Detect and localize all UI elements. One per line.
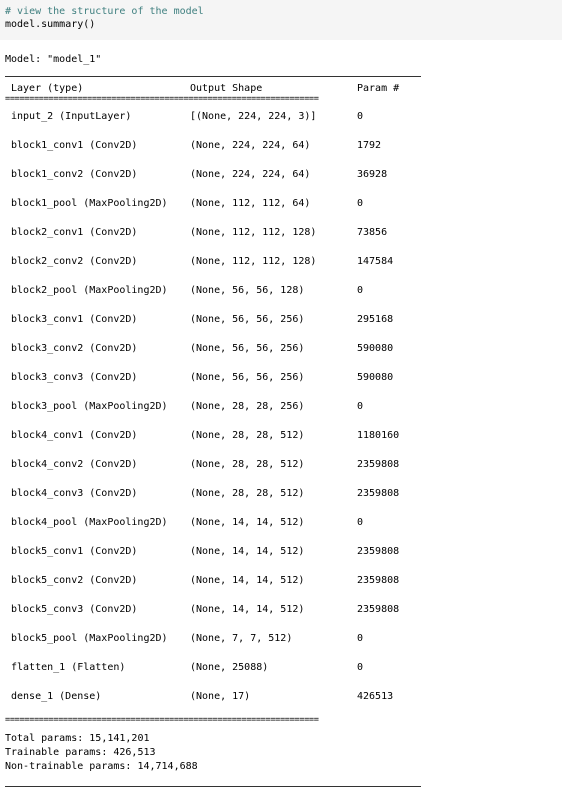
layer-name-cell: block2_conv2 (Conv2D) [11, 256, 138, 267]
output-shape-cell: (None, 14, 14, 512) [190, 517, 305, 528]
param-count-cell: 0 [357, 111, 364, 122]
layer-name-cell: block5_conv3 (Conv2D) [11, 604, 138, 615]
param-count-cell: 0 [357, 517, 364, 528]
table-row: flatten_1 (Flatten) (None, 25088) 0 [0, 661, 562, 690]
table-row: block5_conv1 (Conv2D) (None, 14, 14, 512)… [0, 545, 562, 574]
param-count-cell: 590080 [357, 343, 394, 354]
code-input-cell[interactable]: # view the structure of the model model.… [0, 0, 562, 40]
param-count-cell: 0 [357, 198, 364, 209]
table-row: block1_conv1 (Conv2D) (None, 224, 224, 64… [0, 139, 562, 168]
layer-name-cell: block3_conv1 (Conv2D) [11, 314, 138, 325]
table-row: block4_conv2 (Conv2D) (None, 28, 28, 512)… [0, 458, 562, 487]
table-row: block1_pool (MaxPooling2D) (None, 112, 11… [0, 197, 562, 226]
output-shape-cell: (None, 14, 14, 512) [190, 604, 305, 615]
param-count-cell: 1792 [357, 140, 382, 151]
table-row: block2_pool (MaxPooling2D) (None, 56, 56,… [0, 284, 562, 313]
param-count-cell: 147584 [357, 256, 394, 267]
output-shape-cell: (None, 112, 112, 64) [190, 198, 311, 209]
non-trainable-params: Non-trainable params: 14,714,688 [5, 761, 198, 772]
table-row: block3_conv3 (Conv2D) (None, 56, 56, 256)… [0, 371, 562, 400]
layer-name-cell: block1_pool (MaxPooling2D) [11, 198, 168, 209]
layer-name-cell: input_2 (InputLayer) [11, 111, 132, 122]
layer-name-cell: block3_conv3 (Conv2D) [11, 372, 138, 383]
table-row: block5_pool (MaxPooling2D) (None, 7, 7, 5… [0, 632, 562, 661]
table-row: block5_conv3 (Conv2D) (None, 14, 14, 512)… [0, 603, 562, 632]
output-shape-cell: (None, 56, 56, 256) [190, 343, 305, 354]
output-shape-cell: (None, 112, 112, 128) [190, 227, 317, 238]
layer-name-cell: dense_1 (Dense) [11, 691, 102, 702]
output-shape-cell: (None, 7, 7, 512) [190, 633, 293, 644]
output-shape-cell: (None, 28, 28, 512) [190, 488, 305, 499]
bottom-rule [5, 786, 421, 787]
layer-name-cell: block4_conv3 (Conv2D) [11, 488, 138, 499]
param-count-cell: 0 [357, 401, 364, 412]
table-row: block3_conv2 (Conv2D) (None, 56, 56, 256)… [0, 342, 562, 371]
layer-name-cell: block4_pool (MaxPooling2D) [11, 517, 168, 528]
footer-double-rule: ========================================… [5, 715, 319, 725]
output-shape-cell: (None, 17) [190, 691, 251, 702]
layer-name-cell: block4_conv2 (Conv2D) [11, 459, 138, 470]
param-count-cell: 2359808 [357, 575, 400, 586]
param-count-cell: 73856 [357, 227, 388, 238]
param-count-cell: 2359808 [357, 488, 400, 499]
output-shape-cell: (None, 112, 112, 128) [190, 256, 317, 267]
output-shape-cell: (None, 56, 56, 256) [190, 314, 305, 325]
code-line: model.summary() [5, 19, 96, 30]
param-count-cell: 2359808 [357, 546, 400, 557]
layer-name-cell: block1_conv1 (Conv2D) [11, 140, 138, 151]
layer-name-cell: block5_conv2 (Conv2D) [11, 575, 138, 586]
layer-name-cell: block5_pool (MaxPooling2D) [11, 633, 168, 644]
param-count-cell: 0 [357, 285, 364, 296]
param-count-cell: 0 [357, 633, 364, 644]
table-row: block1_conv2 (Conv2D) (None, 224, 224, 64… [0, 168, 562, 197]
output-shape-cell: (None, 28, 28, 512) [190, 430, 305, 441]
layer-name-cell: block2_pool (MaxPooling2D) [11, 285, 168, 296]
layer-name-cell: block2_conv1 (Conv2D) [11, 227, 138, 238]
param-count-cell: 0 [357, 662, 364, 673]
layer-name-cell: block5_conv1 (Conv2D) [11, 546, 138, 557]
layer-name-cell: block3_conv2 (Conv2D) [11, 343, 138, 354]
table-row: block4_conv3 (Conv2D) (None, 28, 28, 512)… [0, 487, 562, 516]
output-shape-cell: (None, 14, 14, 512) [190, 575, 305, 586]
output-shape-cell: (None, 14, 14, 512) [190, 546, 305, 557]
table-row: block4_pool (MaxPooling2D) (None, 14, 14,… [0, 516, 562, 545]
model-name-line: Model: "model_1" [5, 54, 102, 65]
output-shape-cell: [(None, 224, 224, 3)] [190, 111, 317, 122]
output-shape-cell: (None, 28, 28, 512) [190, 459, 305, 470]
output-shape-cell: (None, 56, 56, 128) [190, 285, 305, 296]
output-shape-cell: (None, 224, 224, 64) [190, 169, 311, 180]
layer-name-cell: flatten_1 (Flatten) [11, 662, 126, 673]
total-params: Total params: 15,141,201 [5, 733, 150, 744]
param-count-cell: 295168 [357, 314, 394, 325]
layer-name-cell: block4_conv1 (Conv2D) [11, 430, 138, 441]
output-shape-cell: (None, 56, 56, 256) [190, 372, 305, 383]
table-row: block5_conv2 (Conv2D) (None, 14, 14, 512)… [0, 574, 562, 603]
output-shape-cell: (None, 28, 28, 256) [190, 401, 305, 412]
param-count-cell: 426513 [357, 691, 394, 702]
table-row: block2_conv1 (Conv2D) (None, 112, 112, 12… [0, 226, 562, 255]
header-param-count: Param # [357, 83, 400, 94]
header-double-rule: ========================================… [5, 94, 319, 104]
cell-output: Model: "model_1" Layer (type) Output Sha… [0, 40, 562, 803]
param-count-cell: 590080 [357, 372, 394, 383]
output-shape-cell: (None, 224, 224, 64) [190, 140, 311, 151]
param-count-cell: 36928 [357, 169, 388, 180]
table-row: block3_pool (MaxPooling2D) (None, 28, 28,… [0, 400, 562, 429]
code-comment-line: # view the structure of the model [5, 6, 204, 17]
table-row: block3_conv1 (Conv2D) (None, 56, 56, 256)… [0, 313, 562, 342]
trainable-params: Trainable params: 426,513 [5, 747, 156, 758]
table-row: input_2 (InputLayer) [(None, 224, 224, 3)… [0, 110, 562, 139]
top-rule [5, 76, 421, 77]
param-count-cell: 1180160 [357, 430, 400, 441]
param-count-cell: 2359808 [357, 459, 400, 470]
table-row: block4_conv1 (Conv2D) (None, 28, 28, 512)… [0, 429, 562, 458]
param-count-cell: 2359808 [357, 604, 400, 615]
layer-name-cell: block1_conv2 (Conv2D) [11, 169, 138, 180]
output-shape-cell: (None, 25088) [190, 662, 269, 673]
layer-name-cell: block3_pool (MaxPooling2D) [11, 401, 168, 412]
table-row: block2_conv2 (Conv2D) (None, 112, 112, 12… [0, 255, 562, 284]
